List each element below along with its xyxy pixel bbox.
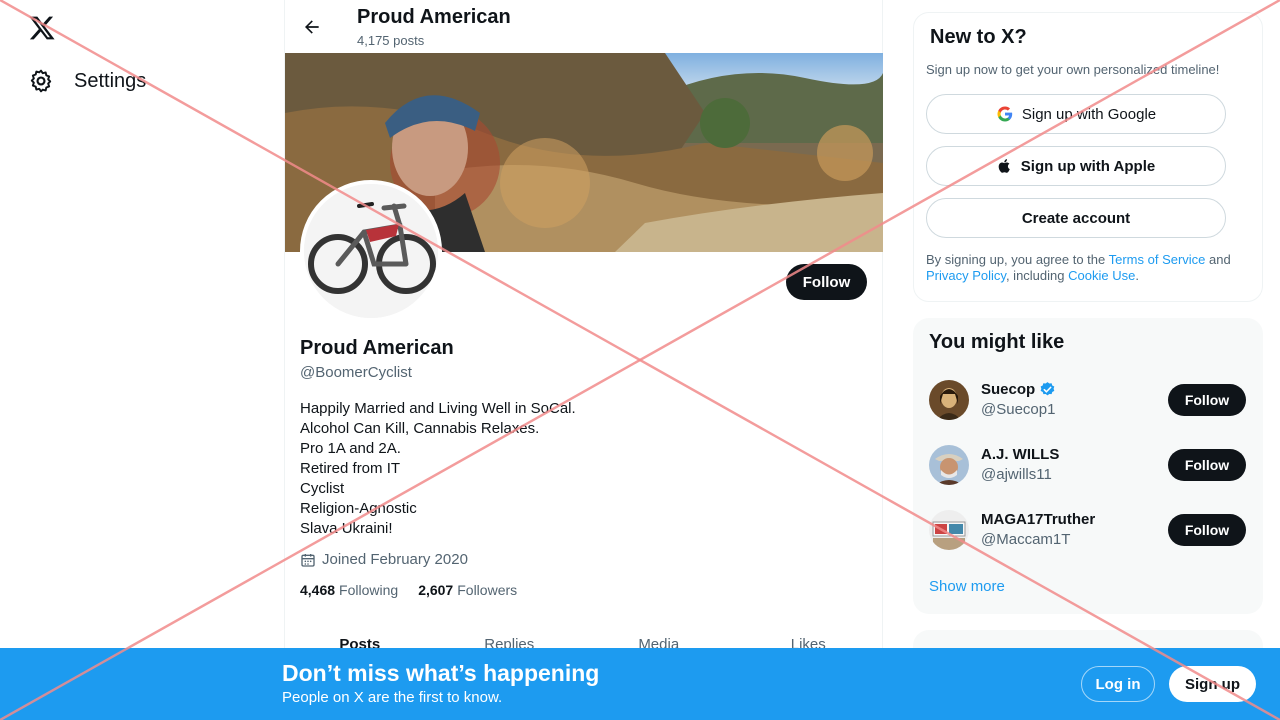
new-to-x-card: New to X? Sign up now to get your own pe…: [913, 12, 1263, 302]
bio-line: Religion-Agnostic: [300, 500, 417, 517]
avatar[interactable]: [929, 510, 969, 550]
suggested-user[interactable]: A.J. WILLS @ajwills11 Follow: [929, 440, 1247, 490]
profile-handle: @BoomerCyclist: [300, 364, 412, 381]
suggested-user[interactable]: MAGA17Truther @Maccam1T Follow: [929, 505, 1247, 555]
bio-line: Retired from IT: [300, 460, 401, 477]
google-icon: [997, 106, 1013, 122]
suggested-user-name-text: A.J. WILLS: [981, 446, 1060, 463]
followers-label: Followers: [457, 582, 518, 598]
profile-bio: Happily Married and Living Well in SoCal…: [300, 399, 576, 539]
suggested-user-name-text: MAGA17Truther: [981, 511, 1096, 528]
avatar[interactable]: [929, 380, 969, 420]
arrow-left-icon: [305, 20, 319, 34]
follow-button[interactable]: Follow: [786, 264, 867, 300]
bio-line: Pro 1A and 2A.: [300, 440, 401, 457]
left-nav: Settings: [0, 0, 284, 720]
signup-apple-label: Sign up with Apple: [1020, 157, 1156, 175]
new-to-x-subtitle: Sign up now to get your own personalized…: [926, 62, 1220, 77]
suggested-user[interactable]: Suecop @Suecop1 Follow: [929, 375, 1247, 425]
signup-button[interactable]: Sign up: [1169, 666, 1256, 702]
terms-prefix: By signing up, you agree to the: [926, 252, 1109, 267]
bicycle-avatar-image: [304, 184, 438, 318]
joined-label: Joined February 2020: [322, 551, 468, 568]
you-might-like-card: You might like Suecop @Suecop1 Follow A.…: [913, 318, 1263, 614]
gear-icon: [30, 69, 52, 93]
privacy-policy-link[interactable]: Privacy Policy: [926, 268, 1006, 283]
signup-banner: Don’t miss what’s happening People on X …: [0, 648, 1280, 720]
follow-stats: 4,468 Following 2,607 Followers: [300, 582, 517, 598]
nav-settings[interactable]: Settings: [28, 68, 146, 94]
profile-topbar: Proud American 4,175 posts: [285, 0, 883, 53]
joined-date: Joined February 2020: [300, 551, 468, 568]
suggested-user-name-text: Suecop: [981, 381, 1036, 398]
nav-settings-label: Settings: [74, 69, 147, 92]
bio-line: Cyclist: [300, 480, 345, 497]
bio-line: Slava Ukraini!: [300, 520, 393, 537]
show-more-link[interactable]: Show more: [929, 578, 1005, 595]
suecop-avatar-image: [929, 380, 969, 420]
you-might-like-title: You might like: [929, 331, 1065, 353]
ajwills-avatar-image: [929, 445, 969, 485]
followers-link[interactable]: 2,607 Followers: [418, 582, 517, 598]
followers-count: 2,607: [418, 582, 454, 598]
apple-icon: [998, 159, 1010, 173]
terms-and: and: [1205, 252, 1231, 267]
follow-suggested-button[interactable]: Follow: [1168, 384, 1246, 416]
signup-google-button[interactable]: Sign up with Google: [926, 94, 1226, 134]
signup-terms: By signing up, you agree to the Terms of…: [926, 252, 1246, 284]
maga17truther-avatar-image: [929, 510, 969, 550]
topbar-post-count: 4,175 posts: [357, 33, 425, 48]
suggested-user-handle: @ajwills11: [981, 466, 1052, 483]
verified-badge-icon: [1040, 382, 1055, 396]
following-label: Following: [339, 582, 399, 598]
suggested-user-handle: @Maccam1T: [981, 531, 1071, 548]
suggested-user-handle: @Suecop1: [981, 401, 1056, 418]
bio-line: Alcohol Can Kill, Cannabis Relaxes.: [300, 420, 540, 437]
following-count: 4,468: [300, 582, 336, 598]
signup-banner-subtitle: People on X are the first to know.: [282, 689, 503, 706]
suggested-user-name: Suecop: [981, 381, 1056, 398]
signup-google-label: Sign up with Google: [1021, 105, 1157, 123]
follow-suggested-button[interactable]: Follow: [1168, 449, 1246, 481]
suggested-user-name: MAGA17Truther: [981, 511, 1095, 528]
terms-of-service-link[interactable]: Terms of Service: [1109, 252, 1206, 267]
terms-including: , including: [1005, 268, 1069, 283]
login-button[interactable]: Log in: [1081, 666, 1155, 702]
bio-line: Happily Married and Living Well in SoCal…: [300, 400, 576, 417]
topbar-title: Proud American: [357, 6, 511, 28]
profile-avatar[interactable]: [300, 180, 442, 322]
create-account-button[interactable]: Create account: [926, 198, 1226, 238]
x-logo-icon[interactable]: [28, 14, 56, 42]
signup-apple-button[interactable]: Sign up with Apple: [926, 146, 1226, 186]
signup-banner-title: Don’t miss what’s happening: [282, 660, 600, 686]
suggested-user-name: A.J. WILLS: [981, 446, 1059, 463]
cookie-use-link[interactable]: Cookie Use: [1068, 268, 1135, 283]
main-column: Proud American 4,175 posts Follow Proud …: [284, 0, 883, 720]
avatar[interactable]: [929, 445, 969, 485]
calendar-icon: [301, 553, 315, 567]
follow-suggested-button[interactable]: Follow: [1168, 514, 1246, 546]
back-button[interactable]: [297, 12, 327, 42]
following-link[interactable]: 4,468 Following: [300, 582, 398, 598]
terms-end: .: [1135, 268, 1139, 283]
profile-name: Proud American: [300, 337, 454, 359]
new-to-x-title: New to X?: [930, 26, 1027, 48]
